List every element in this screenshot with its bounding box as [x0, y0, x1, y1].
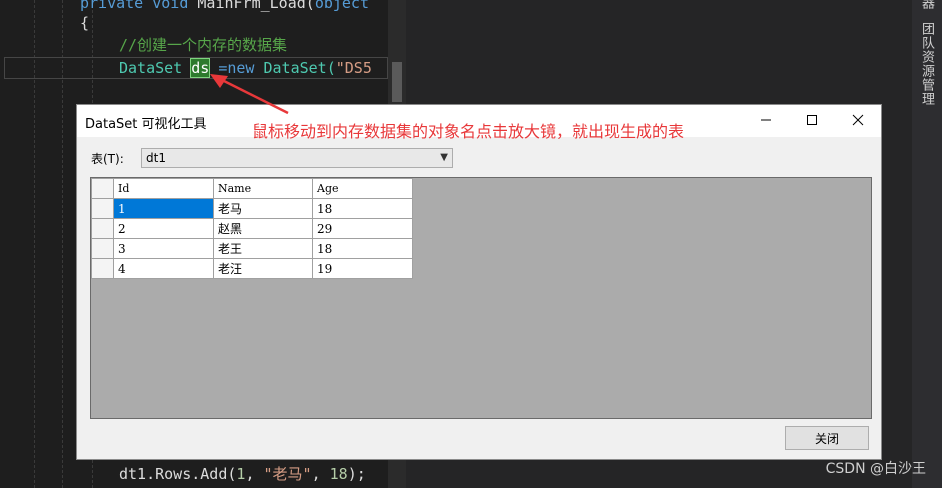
grid-cell-age[interactable]: 18 [312, 238, 413, 259]
row-header[interactable] [91, 198, 114, 219]
code-token: "老马" [263, 465, 312, 483]
grid-cell-id[interactable]: 3 [113, 238, 214, 259]
side-tab-partial[interactable]: 器 [917, 0, 936, 9]
close-dialog-button[interactable]: 关闭 [785, 426, 869, 450]
table-row[interactable]: 4 老汪 19 [91, 258, 413, 279]
maximize-button[interactable] [789, 105, 835, 135]
code-token: dt1.Rows.Add( [119, 465, 237, 483]
dialog-title: DataSet 可视化工具 [85, 117, 207, 132]
code-token: "DS5 [335, 59, 372, 77]
grid-cell-age[interactable]: 19 [312, 258, 413, 279]
table-row[interactable]: 2 赵黑 29 [91, 218, 413, 239]
grid-cell-name[interactable]: 老马 [213, 198, 313, 219]
column-header-age[interactable]: Age [312, 178, 413, 199]
grid-cell-age[interactable]: 29 [312, 218, 413, 239]
grid-header-row: Id Name Age [91, 178, 413, 199]
code-line: { [80, 12, 89, 34]
minimize-button[interactable] [743, 105, 789, 135]
dataset-visualizer-dialog: DataSet 可视化工具 表(T): dt1 ▼ Id Name Age 1 … [76, 104, 882, 460]
grid-cell-name[interactable]: 赵黑 [213, 218, 313, 239]
data-grid-table: Id Name Age 1 老马 18 2 赵黑 29 3 老王 18 4 老汪… [91, 178, 413, 279]
code-token: private [80, 0, 144, 12]
code-token: void [152, 0, 189, 12]
watermark: CSDN @白沙王 [825, 461, 926, 477]
chevron-down-icon: ▼ [440, 152, 448, 163]
side-tab-strip: 器 团队资源管理 [912, 0, 942, 488]
table-select[interactable]: dt1 ▼ [141, 148, 453, 168]
code-token: , [245, 465, 264, 483]
variable-ds[interactable]: ds [190, 58, 211, 78]
table-label: 表(T): [91, 152, 124, 166]
column-header-name[interactable]: Name [213, 178, 313, 199]
code-token: , [311, 465, 330, 483]
grid-cell-age[interactable]: 18 [312, 198, 413, 219]
code-token: //创建一个内存的数据集 [119, 36, 288, 54]
annotation-text: 鼠标移动到内存数据集的对象名点击放大镜，就出现生成的表 [252, 122, 685, 141]
maximize-icon [807, 115, 817, 125]
data-grid[interactable]: Id Name Age 1 老马 18 2 赵黑 29 3 老王 18 4 老汪… [90, 177, 872, 419]
table-row[interactable]: 1 老马 18 [91, 198, 413, 219]
close-button[interactable] [835, 105, 881, 135]
grid-corner-cell[interactable] [91, 178, 114, 199]
code-token: ); [347, 465, 366, 483]
row-header[interactable] [91, 258, 114, 279]
code-comment: //创建一个内存的数据集 [119, 34, 287, 56]
grid-cell-id[interactable]: 1 [113, 198, 214, 219]
column-header-id[interactable]: Id [113, 178, 214, 199]
scrollbar-thumb[interactable] [392, 62, 402, 102]
team-explorer-tab[interactable]: 团队资源管理 [917, 22, 936, 106]
code-token: DataSet [119, 59, 183, 77]
grid-cell-id[interactable]: 2 [113, 218, 214, 239]
grid-cell-name[interactable]: 老汪 [213, 258, 313, 279]
close-icon [852, 114, 864, 126]
minimize-icon [761, 119, 771, 121]
table-row[interactable]: 3 老王 18 [91, 238, 413, 259]
code-token: { [80, 14, 90, 32]
row-header[interactable] [91, 238, 114, 259]
code-line: private void MainFrm_Load(object [80, 0, 369, 14]
grid-cell-id[interactable]: 4 [113, 258, 214, 279]
grid-cell-name[interactable]: 老王 [213, 238, 313, 259]
code-token: DataSet( [263, 59, 336, 77]
code-line: dt1.Rows.Add(1, "老马", 18); [119, 463, 366, 485]
code-token: 18 [329, 465, 348, 483]
code-token: MainFrm_Load( [197, 0, 315, 12]
table-select-value: dt1 [146, 151, 166, 165]
code-token: =new [218, 59, 255, 77]
code-line: DataSet ds =new DataSet("DS5 [119, 57, 372, 79]
code-token: object [314, 0, 369, 12]
row-header[interactable] [91, 218, 114, 239]
